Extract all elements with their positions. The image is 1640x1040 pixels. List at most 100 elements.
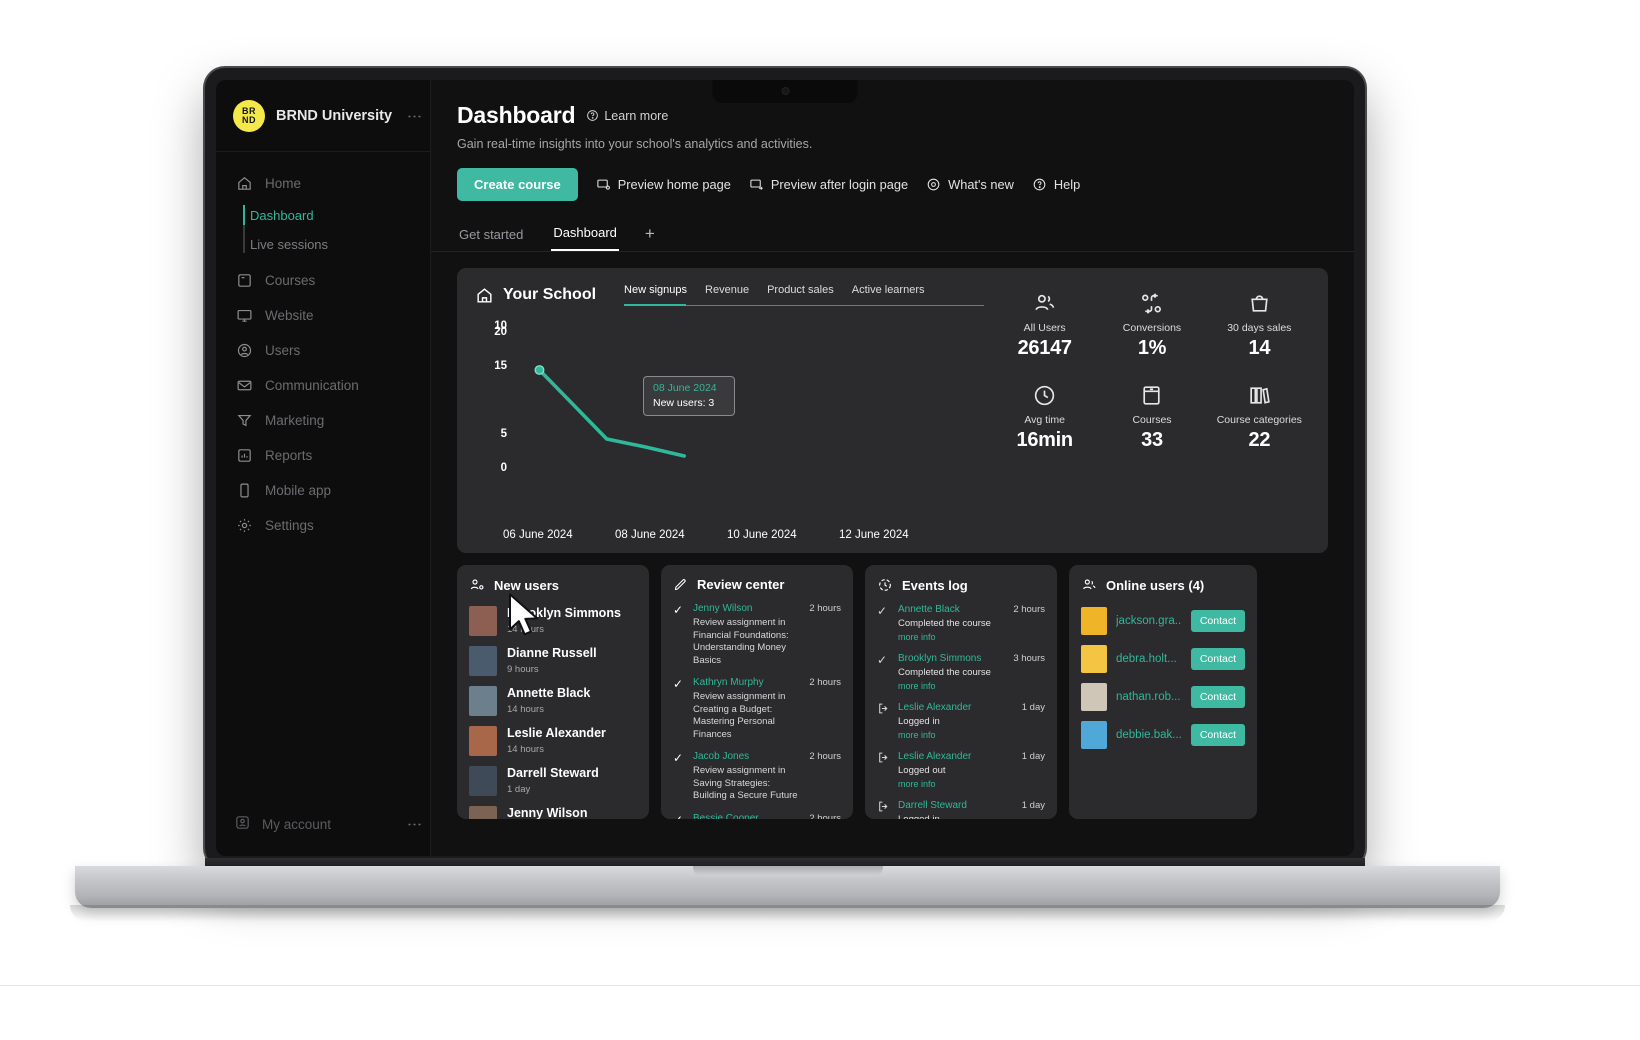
home-icon (236, 175, 253, 192)
new-users-header: New users (469, 577, 637, 593)
stat-courses: Courses 33 (1101, 382, 1202, 452)
online-user-name: debra.holt... (1116, 653, 1177, 665)
new-user-name: Brooklyn Simmons (507, 606, 621, 620)
contact-button[interactable]: Contact (1190, 648, 1245, 670)
sidebar-item-marketing[interactable]: Marketing (216, 403, 430, 438)
list-item[interactable]: Leslie Alexander Logged out more info 1 da… (877, 749, 1045, 798)
sidebar-item-reports[interactable]: Reports (216, 438, 430, 473)
chart-tab-active-learners[interactable]: Active learners (852, 284, 925, 296)
new-users-card: New users Brooklyn Simmons 14 hours Diann… (457, 565, 649, 819)
sidebar-item-mobile-app[interactable]: Mobile app (216, 473, 430, 508)
preview-after-login-link[interactable]: Preview after login page (749, 177, 908, 192)
create-course-button[interactable]: Create course (457, 168, 578, 201)
stat-value-30-days-sales: 14 (1248, 337, 1271, 359)
event-action: Completed the course (898, 667, 991, 678)
learn-more-label: Learn more (604, 108, 669, 123)
sidebar-item-users[interactable]: Users (216, 333, 430, 368)
action-row: Create course Preview home page Preview … (457, 168, 1328, 201)
stat-all-users: All Users 26147 (994, 290, 1095, 360)
base-shadow (70, 905, 1505, 921)
title-row: Dashboard Learn more (457, 102, 1328, 129)
more-info-link[interactable]: more info (898, 681, 1005, 691)
list-item[interactable]: ✓ Kathryn Murphy Review assignment in Cre… (673, 675, 841, 749)
chart-tab-new-signups[interactable]: New signups (624, 284, 687, 296)
list-item[interactable]: Dianne Russell 9 hours (469, 642, 637, 682)
list-item[interactable]: Darrell Steward Logged in 1 day (877, 798, 1045, 819)
books-icon (1209, 382, 1310, 408)
list-item[interactable]: debra.holt... Contact (1081, 640, 1245, 678)
list-item[interactable]: debbie.bak... Contact (1081, 716, 1245, 754)
list-item[interactable]: ✓ Brooklyn Simmons Completed the course mo… (877, 651, 1045, 700)
contact-button[interactable]: Contact (1190, 686, 1245, 708)
sidebar-item-communication[interactable]: Communication (216, 368, 430, 403)
my-account-label: My account (262, 816, 332, 832)
sidebar-item-courses[interactable]: Courses (216, 263, 430, 298)
sidebar-item-website[interactable]: Website (216, 298, 430, 333)
avatar (469, 606, 497, 636)
tab-get-started[interactable]: Get started (457, 221, 525, 251)
sidebar-item-live-sessions[interactable]: Live sessions (250, 230, 430, 259)
list-item[interactable]: nathan.rob... Contact (1081, 678, 1245, 716)
help-link[interactable]: Help (1032, 177, 1080, 192)
chart-tab-revenue[interactable]: Revenue (705, 284, 749, 296)
list-item[interactable]: Jenny Wilson (469, 802, 637, 819)
list-item[interactable]: jackson.gra... Contact (1081, 602, 1245, 640)
list-item[interactable]: Darrell Steward 1 day (469, 762, 637, 802)
chart-tab-product-sales[interactable]: Product sales (767, 284, 834, 296)
screen-notch (712, 80, 858, 103)
book-icon (1101, 382, 1202, 408)
list-item[interactable]: Leslie Alexander Logged in more info 1 day (877, 700, 1045, 749)
screenshot-stage: BR ND BRND University ⋮ Home Dashboard L… (0, 0, 1640, 1040)
brand-menu-icon[interactable]: ⋮ (406, 109, 423, 124)
sidebar-item-home[interactable]: Home (216, 166, 430, 201)
sidebar-item-dashboard[interactable]: Dashboard (250, 201, 430, 230)
sidebar-label-users: Users (265, 343, 301, 358)
check-icon: ✓ (673, 677, 684, 691)
avatar (1081, 683, 1107, 711)
users-icon (236, 342, 253, 359)
preview-home-page-label: Preview home page (617, 177, 731, 192)
list-item[interactable]: Annette Black 14 hours (469, 682, 637, 722)
more-info-link[interactable]: more info (898, 730, 1014, 740)
chart-tabs: New signups Revenue Product sales Active… (624, 284, 984, 306)
review-name: Jenny Wilson (693, 603, 753, 614)
x-tick-2: 10 June 2024 (727, 529, 797, 541)
account-menu-icon[interactable]: ⋮ (406, 817, 423, 832)
list-item[interactable]: ✓ Jenny Wilson Review assignment in Finan… (673, 601, 841, 675)
online-user-name: nathan.rob... (1116, 691, 1181, 703)
whats-new-link[interactable]: What's new (926, 177, 1014, 192)
more-info-link[interactable]: more info (898, 779, 1014, 789)
list-item[interactable]: Leslie Alexander 14 hours (469, 722, 637, 762)
learn-more-link[interactable]: Learn more (586, 109, 668, 123)
chart-x-axis: 06 June 2024 08 June 2024 10 June 2024 1… (503, 529, 984, 541)
avatar (1081, 721, 1107, 749)
list-item[interactable]: ✓ Bessie Cooper 2 hours (673, 811, 841, 820)
list-item[interactable]: ✓ Jacob Jones Review assignment in Saving… (673, 749, 841, 811)
y-tick-0: 0 (500, 462, 507, 474)
check-icon: ✓ (877, 653, 888, 667)
list-item[interactable]: Brooklyn Simmons 14 hours (469, 602, 637, 642)
preview-home-page-link[interactable]: Preview home page (596, 177, 731, 192)
contact-button[interactable]: Contact (1190, 724, 1245, 746)
stat-label-all-users: All Users (1023, 322, 1066, 334)
event-name: Annette Black (898, 604, 960, 615)
more-info-link[interactable]: more info (898, 632, 1005, 642)
list-item[interactable]: ✓ Annette Black Completed the course more … (877, 602, 1045, 651)
contact-button[interactable]: Contact (1190, 610, 1245, 632)
add-tab-button[interactable]: + (645, 224, 655, 251)
sidebar-item-settings[interactable]: Settings (216, 508, 430, 543)
chart-tooltip: 08 June 2024 New users: 3 (643, 376, 735, 416)
review-name: Bessie Cooper (693, 812, 759, 820)
content-area: Your School New signups Revenue Product … (431, 252, 1354, 819)
x-tick-3: 12 June 2024 (839, 529, 909, 541)
sidebar-label-courses: Courses (265, 273, 316, 288)
y-tick-10: 10 (494, 320, 507, 332)
tab-dashboard[interactable]: Dashboard (551, 219, 619, 251)
website-icon (236, 307, 253, 324)
floor-line (0, 985, 1640, 986)
your-school-title: Your School (475, 286, 596, 305)
my-account-row[interactable]: My account ⋮ (216, 798, 430, 856)
tooltip-value: New users: 3 (653, 397, 715, 409)
brand-row[interactable]: BR ND BRND University ⋮ (216, 80, 430, 152)
stat-value-courses: 33 (1141, 429, 1163, 451)
